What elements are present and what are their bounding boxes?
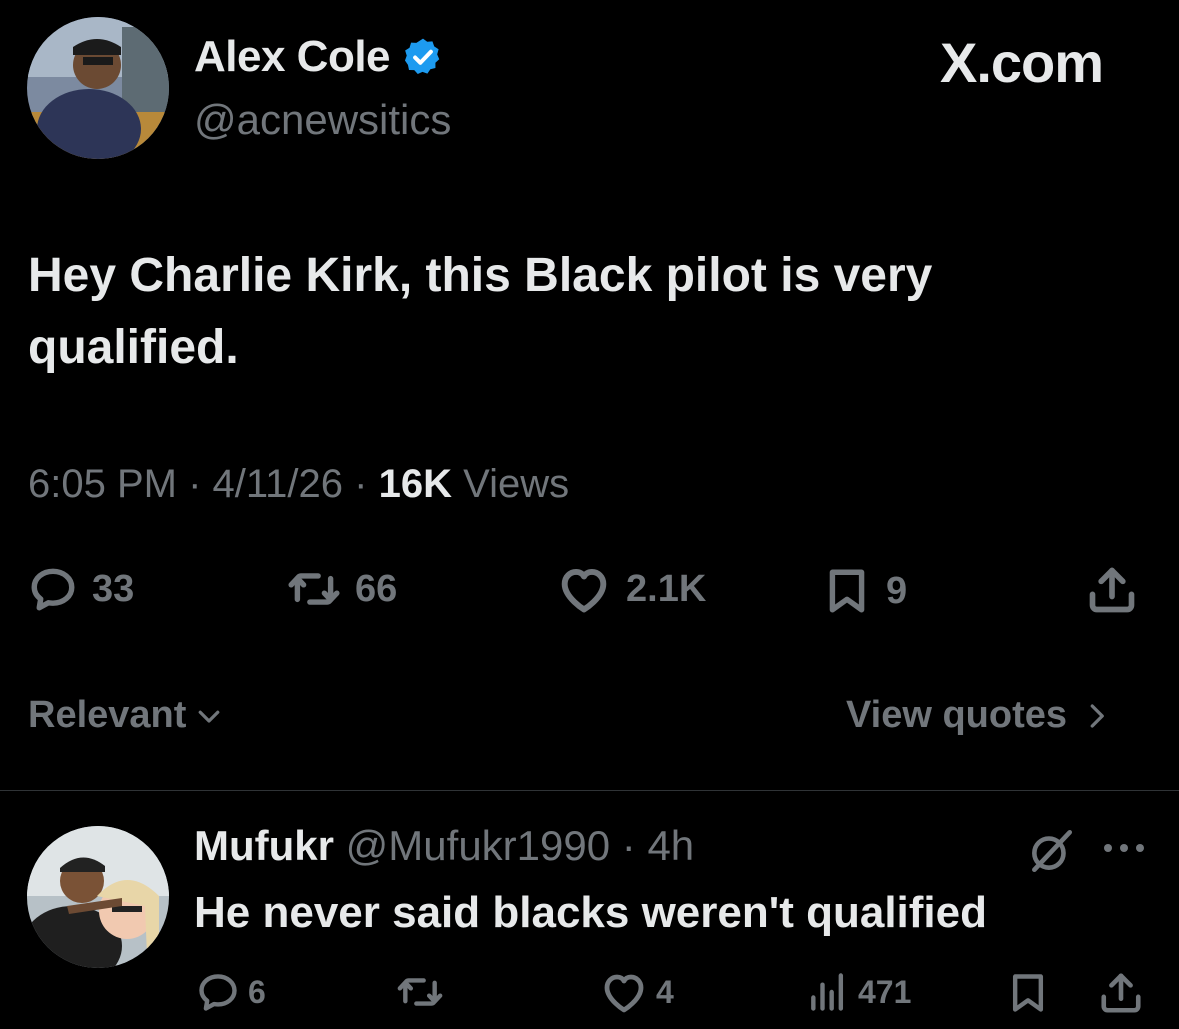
post-text: Hey Charlie Kirk, this Black pilot is ve… bbox=[28, 249, 933, 374]
share-upload-icon bbox=[1101, 973, 1141, 1013]
more-button[interactable] bbox=[1100, 836, 1148, 865]
post-date[interactable]: 4/11/26 bbox=[213, 462, 344, 506]
verified-badge-icon bbox=[404, 38, 440, 74]
view-quotes-label: View quotes bbox=[846, 694, 1068, 736]
heart-icon bbox=[604, 974, 644, 1013]
chevron-right-icon bbox=[1090, 703, 1104, 728]
bookmark-count: 9 bbox=[886, 569, 908, 612]
heart-icon bbox=[561, 569, 607, 613]
view-quotes-link[interactable]: View quotes bbox=[846, 694, 1111, 737]
divider bbox=[0, 790, 1179, 791]
meta-separator: · bbox=[354, 462, 368, 506]
sort-dropdown[interactable]: Relevant bbox=[28, 694, 224, 737]
reply-bookmark-button[interactable] bbox=[1006, 970, 1050, 1016]
bookmark-icon bbox=[829, 569, 865, 613]
reply-author-avatar[interactable] bbox=[27, 826, 169, 968]
chevron-down-icon bbox=[199, 710, 220, 723]
grok-button[interactable] bbox=[1026, 826, 1076, 881]
reply-like-button[interactable]: 4 bbox=[600, 970, 674, 1014]
sort-label: Relevant bbox=[28, 694, 187, 736]
post-time[interactable]: 6:05 PM bbox=[28, 462, 177, 506]
bookmark-icon bbox=[1012, 974, 1044, 1012]
post-meta: 6:05 PM · 4/11/26 · 16K Views bbox=[28, 462, 569, 507]
repost-button[interactable]: 66 bbox=[287, 564, 397, 614]
reply-share-button[interactable] bbox=[1098, 970, 1144, 1016]
reply-header: Mufukr @Mufukr1990 · 4h bbox=[194, 822, 694, 870]
reply-views-count: 471 bbox=[858, 973, 912, 1010]
x-brand-watermark: X.com bbox=[940, 31, 1104, 94]
meta-separator: · bbox=[188, 462, 202, 506]
reply-like-count: 4 bbox=[656, 973, 674, 1010]
author-avatar[interactable] bbox=[27, 17, 169, 159]
reply-author-handle[interactable]: @Mufukr1990 bbox=[346, 822, 610, 869]
reply-author-name[interactable]: Mufukr bbox=[194, 822, 334, 869]
reply-reply-count: 6 bbox=[248, 973, 266, 1010]
repost-arrows-icon bbox=[397, 978, 443, 1006]
reply-count: 33 bbox=[92, 567, 135, 610]
like-count: 2.1K bbox=[626, 567, 707, 610]
reply-reply-button[interactable]: 6 bbox=[196, 970, 266, 1014]
share-button[interactable] bbox=[1086, 564, 1138, 616]
views-count: 16K bbox=[378, 462, 453, 506]
author-name[interactable]: Alex Cole bbox=[194, 32, 444, 82]
bar-chart-icon bbox=[811, 973, 844, 1011]
repost-count: 66 bbox=[355, 567, 398, 610]
reply-views-button[interactable]: 471 bbox=[806, 970, 911, 1014]
share-upload-icon bbox=[1089, 567, 1135, 613]
reply-repost-button[interactable] bbox=[396, 970, 444, 1014]
like-button[interactable]: 2.1K bbox=[556, 564, 706, 614]
author-handle[interactable]: @acnewsitics bbox=[194, 96, 451, 144]
speech-bubble-icon bbox=[199, 974, 237, 1011]
bookmark-button[interactable]: 9 bbox=[822, 564, 907, 618]
grok-slash-circle-icon bbox=[1032, 829, 1073, 873]
reply-button[interactable]: 33 bbox=[28, 564, 134, 614]
views-label: Views bbox=[463, 462, 570, 506]
meta-separator: · bbox=[621, 822, 636, 869]
reply-text: He never said blacks weren't qualified bbox=[194, 888, 987, 937]
speech-bubble-icon bbox=[31, 568, 75, 611]
reply-age[interactable]: 4h bbox=[647, 822, 694, 869]
more-dots-icon bbox=[1104, 844, 1144, 852]
author-name-text: Alex Cole bbox=[194, 32, 391, 81]
repost-arrows-icon bbox=[288, 573, 340, 605]
